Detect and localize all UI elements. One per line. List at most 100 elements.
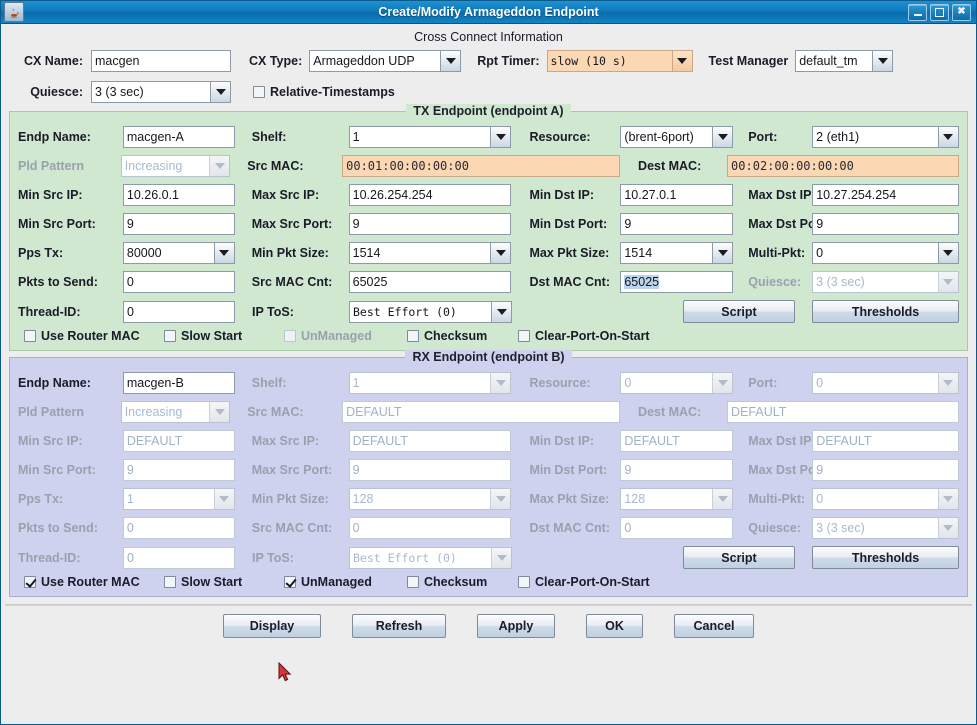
tx-resource-label: Resource: xyxy=(529,130,591,144)
tx-pkts-to-send-input[interactable]: 0 xyxy=(122,271,235,293)
rx-script-button[interactable]: Script xyxy=(683,546,795,569)
rx-thresholds-button[interactable]: Thresholds xyxy=(812,546,959,569)
tx-min-src-ip-input[interactable]: 10.26.0.1 xyxy=(122,184,235,206)
chevron-down-icon[interactable] xyxy=(213,243,234,263)
rx-max-dst-ip-label: Max Dst IP: xyxy=(748,434,816,448)
tx-pkts-to-send-label: Pkts to Send: xyxy=(18,275,98,289)
chevron-down-icon[interactable] xyxy=(712,243,733,263)
maximize-button[interactable] xyxy=(930,3,949,21)
tx-checkbox-use-router-mac[interactable]: Use Router MAC xyxy=(24,329,164,343)
refresh-button[interactable]: Refresh xyxy=(352,614,446,638)
checkbox-box[interactable] xyxy=(518,576,530,588)
checkbox-box[interactable] xyxy=(284,576,296,588)
rx-checkbox-unmanaged[interactable]: UnManaged xyxy=(284,575,407,589)
rx-src-mac-cnt-input: 0 xyxy=(348,517,512,539)
checkbox-box[interactable] xyxy=(253,86,265,98)
title-bar[interactable]: Create/Modify Armageddon Endpoint ✖ xyxy=(1,1,976,24)
rx-thread-id-input: 0 xyxy=(123,546,235,569)
rx-checkbox-checksum[interactable]: Checksum xyxy=(407,575,518,589)
rx-ip-tos-label: IP ToS: xyxy=(252,550,294,565)
chevron-down-icon[interactable] xyxy=(491,301,511,322)
chevron-down-icon xyxy=(490,373,511,393)
tx-pps-tx-combobox[interactable]: 80000 xyxy=(122,242,235,264)
apply-button[interactable]: Apply xyxy=(477,614,555,638)
tx-script-button[interactable]: Script xyxy=(683,300,795,323)
tx-resource-combobox[interactable]: (brent-6port) xyxy=(620,126,734,148)
cross-connect-row-1: CX Name: macgen CX Type: Armageddon UDP … xyxy=(11,50,966,72)
tx-min-src-port-input[interactable]: 9 xyxy=(122,213,235,235)
tx-ip-tos-combobox[interactable]: Best Effort (0) xyxy=(349,300,512,323)
checkbox-box[interactable] xyxy=(407,330,419,342)
rx-endp-name-input[interactable]: macgen-B xyxy=(122,372,235,394)
tx-port-combobox[interactable]: 2 (eth1) xyxy=(812,126,959,148)
tx-row-pldpattern: Pld Pattern Increasing Src MAC: 00:01:00… xyxy=(18,155,959,177)
checkbox-box[interactable] xyxy=(164,330,176,342)
cancel-button[interactable]: Cancel xyxy=(674,614,754,638)
chevron-down-icon xyxy=(491,547,511,568)
checkbox-box[interactable] xyxy=(164,576,176,588)
tx-checkbox-clear-port-on-start[interactable]: Clear-Port-On-Start xyxy=(518,329,650,343)
tx-endpoint-title: TX Endpoint (endpoint A) xyxy=(10,104,967,118)
window-title: Create/Modify Armageddon Endpoint xyxy=(378,5,599,19)
tx-max-dst-ip-input[interactable]: 10.27.254.254 xyxy=(812,184,960,206)
tx-thread-id-input[interactable]: 0 xyxy=(123,300,235,323)
cx-name-input[interactable]: macgen xyxy=(91,50,231,72)
tx-max-src-ip-input[interactable]: 10.26.254.254 xyxy=(348,184,512,206)
minimize-button[interactable] xyxy=(908,3,927,21)
tx-dest-mac-input[interactable]: 00:02:00:00:00:00 xyxy=(727,155,959,177)
rx-checkbox-slow-start[interactable]: Slow Start xyxy=(164,575,284,589)
dialog-footer: Display Refresh Apply OK Cancel xyxy=(5,605,972,647)
window-controls: ✖ xyxy=(908,3,976,21)
test-manager-combobox[interactable]: default_tm xyxy=(795,50,894,72)
tx-shelf-combobox[interactable]: 1 xyxy=(348,126,512,148)
rx-multi-pkt-label: Multi-Pkt: xyxy=(748,492,806,506)
rx-pkts-to-send-label: Pkts to Send: xyxy=(18,521,98,535)
chevron-down-icon[interactable] xyxy=(671,51,692,71)
tx-src-mac-cnt-input[interactable]: 65025 xyxy=(348,271,512,293)
tx-multi-pkt-combobox[interactable]: 0 xyxy=(812,242,959,264)
tx-src-mac-cnt-label: Src MAC Cnt: xyxy=(251,275,333,289)
cx-type-label: CX Type: xyxy=(249,54,303,68)
rx-min-src-ip-label: Min Src IP: xyxy=(18,434,83,448)
tx-dst-mac-cnt-input[interactable]: 65025 xyxy=(620,271,734,293)
checkbox-box[interactable] xyxy=(24,576,36,588)
display-button[interactable]: Display xyxy=(223,614,321,638)
chevron-down-icon[interactable] xyxy=(490,243,511,263)
tx-min-dst-ip-input[interactable]: 10.27.0.1 xyxy=(620,184,734,206)
tx-min-dst-port-input[interactable]: 9 xyxy=(620,213,734,235)
rx-checkbox-use-router-mac[interactable]: Use Router MAC xyxy=(24,575,164,589)
chevron-down-icon[interactable] xyxy=(937,127,958,147)
checkbox-box[interactable] xyxy=(24,330,36,342)
chevron-down-icon[interactable] xyxy=(490,127,511,147)
chevron-down-icon[interactable] xyxy=(872,51,893,71)
tx-min-pkt-size-combobox[interactable]: 1514 xyxy=(348,242,512,264)
chevron-down-icon[interactable] xyxy=(440,51,461,71)
relative-timestamps-checkbox[interactable]: Relative-Timestamps xyxy=(253,85,395,99)
tx-max-dst-port-input[interactable]: 9 xyxy=(812,213,960,235)
tx-checkbox-checksum[interactable]: Checksum xyxy=(407,329,518,343)
chevron-down-icon[interactable] xyxy=(210,82,230,102)
cx-type-combobox[interactable]: Armageddon UDP xyxy=(309,50,462,72)
checkbox-box[interactable] xyxy=(518,330,530,342)
chevron-down-icon[interactable] xyxy=(712,127,733,147)
rx-multi-pkt-combobox: 0 xyxy=(812,488,959,510)
chevron-down-icon[interactable] xyxy=(937,243,958,263)
tx-pps-tx-label: Pps Tx: xyxy=(18,246,64,260)
checkbox-box[interactable] xyxy=(407,576,419,588)
tx-endp-name-input[interactable]: macgen-A xyxy=(122,126,235,148)
tx-thresholds-button[interactable]: Thresholds xyxy=(812,300,959,323)
tx-dest-mac-label: Dest MAC: xyxy=(638,159,702,173)
tx-checkbox-slow-start[interactable]: Slow Start xyxy=(164,329,284,343)
tx-max-src-port-input[interactable]: 9 xyxy=(348,213,512,235)
quiesce-combobox[interactable]: 3 (3 sec) xyxy=(91,81,231,103)
java-coffee-cup-icon[interactable] xyxy=(4,2,24,22)
rx-min-dst-ip-label: Min Dst IP: xyxy=(529,434,595,448)
rpt-timer-combobox[interactable]: slow (10 s) xyxy=(546,50,693,72)
rx-row-ip: Min Src IP: DEFAULT Max Src IP: DEFAULT … xyxy=(18,430,960,452)
ok-button[interactable]: OK xyxy=(586,614,643,638)
tx-src-mac-input[interactable]: 00:01:00:00:00:00 xyxy=(342,155,621,177)
tx-max-pkt-size-combobox[interactable]: 1514 xyxy=(620,242,734,264)
tx-multi-pkt-label: Multi-Pkt: xyxy=(748,246,806,260)
close-button[interactable]: ✖ xyxy=(952,3,971,21)
rx-checkbox-clear-port-on-start[interactable]: Clear-Port-On-Start xyxy=(518,575,650,589)
